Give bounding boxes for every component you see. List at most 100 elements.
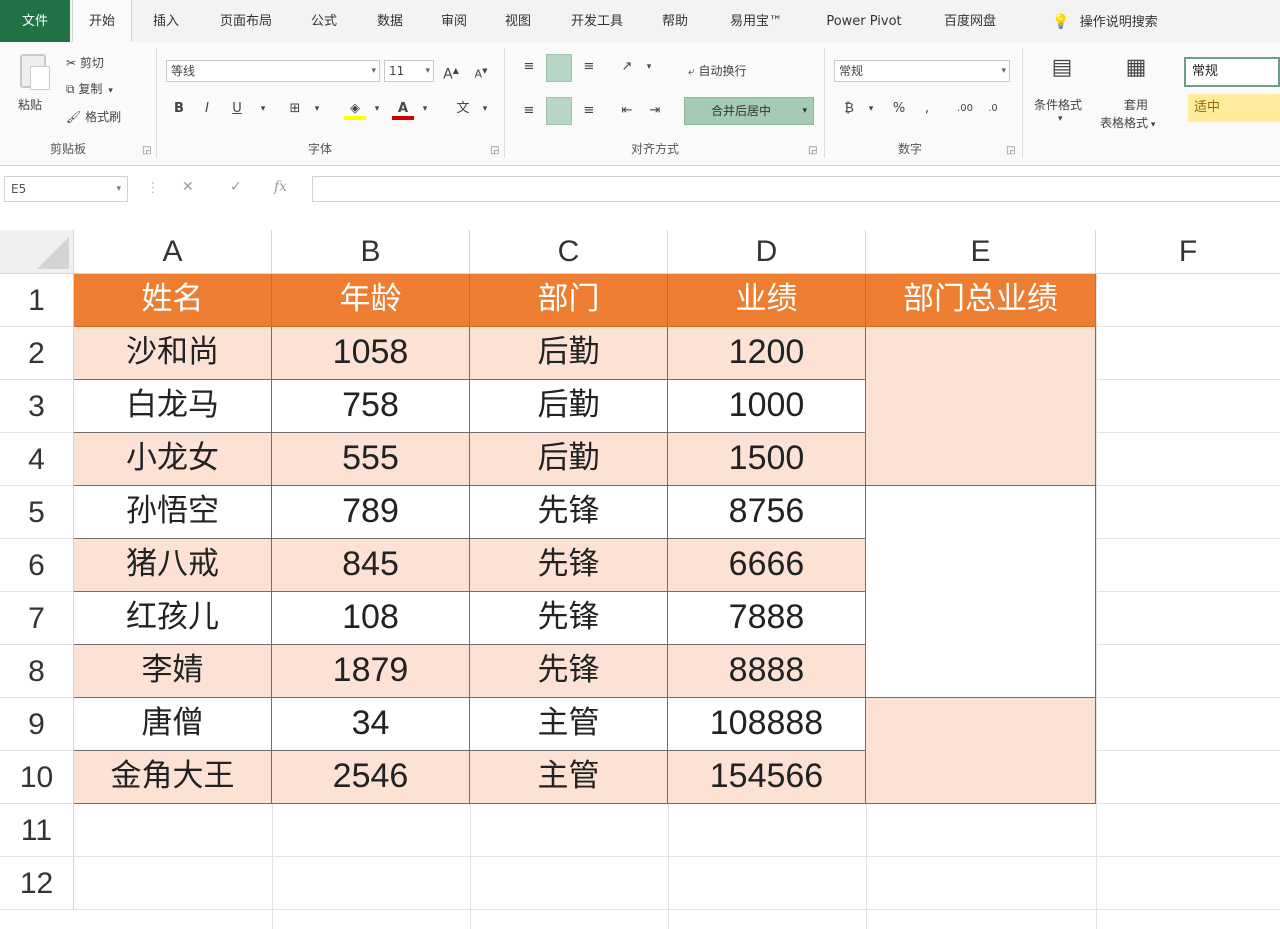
cell-d8[interactable]: 8888 <box>668 645 866 698</box>
cell-a8[interactable]: 李婧 <box>74 645 272 698</box>
format-as-table-line2[interactable]: 表格格式 ▾ <box>1100 114 1155 131</box>
cell-b10[interactable]: 2546 <box>272 751 470 804</box>
header-cell-a1[interactable]: 姓名 <box>74 274 272 327</box>
chevron-down-icon[interactable]: ▾ <box>414 98 436 120</box>
shrink-font-button[interactable]: A▼ <box>470 60 492 82</box>
formula-input[interactable] <box>312 176 1280 202</box>
merged-total-cell-e2[interactable] <box>866 327 1096 486</box>
cell-a2[interactable]: 沙和尚 <box>74 327 272 380</box>
bold-button[interactable]: B <box>168 98 190 120</box>
cell-style-neutral[interactable]: 适中 <box>1188 94 1280 122</box>
row-header-11[interactable]: 11 <box>0 804 74 857</box>
cell-b3[interactable]: 758 <box>272 380 470 433</box>
align-bottom-icon[interactable]: ≡ <box>578 56 600 78</box>
splitter-dots-icon[interactable]: ⋮ <box>146 180 160 196</box>
cell-d6[interactable]: 6666 <box>668 539 866 592</box>
cell-a6[interactable]: 猪八戒 <box>74 539 272 592</box>
fill-color-icon[interactable]: ◈ <box>344 98 366 120</box>
increase-decimal-icon[interactable]: .00 <box>954 98 976 120</box>
format-as-table-icon[interactable]: ▦ <box>1120 52 1152 84</box>
borders-icon[interactable]: ⊞ <box>284 98 306 120</box>
column-header-f[interactable]: F <box>1096 230 1280 274</box>
tab-baidu-netdisk[interactable]: 百度网盘 <box>928 0 1012 42</box>
number-format-combo[interactable]: 常规 ▾ <box>834 60 1010 82</box>
row-header-3[interactable]: 3 <box>0 380 74 433</box>
column-header-e[interactable]: E <box>866 230 1096 274</box>
cancel-icon[interactable]: ✕ <box>182 179 194 195</box>
row-header-1[interactable]: 1 <box>0 274 74 327</box>
cell-c6[interactable]: 先锋 <box>470 539 668 592</box>
column-header-c[interactable]: C <box>470 230 668 274</box>
row-header-7[interactable]: 7 <box>0 592 74 645</box>
cell-c9[interactable]: 主管 <box>470 698 668 751</box>
cell-a10[interactable]: 金角大王 <box>74 751 272 804</box>
conditional-formatting-icon[interactable]: ▤ <box>1046 52 1078 84</box>
chevron-down-icon[interactable]: ▾ <box>860 98 882 120</box>
row-header-12[interactable]: 12 <box>0 857 74 910</box>
chevron-down-icon[interactable]: ▾ <box>1058 114 1063 124</box>
tell-me-search[interactable]: 💡 操作说明搜索 <box>1030 0 1180 42</box>
cell-d5[interactable]: 8756 <box>668 486 866 539</box>
cell-a3[interactable]: 白龙马 <box>74 380 272 433</box>
header-cell-c1[interactable]: 部门 <box>470 274 668 327</box>
tab-help[interactable]: 帮助 <box>644 0 706 42</box>
align-middle-icon[interactable] <box>546 54 572 82</box>
cell-a4[interactable]: 小龙女 <box>74 433 272 486</box>
dialog-launcher-icon[interactable]: ◲ <box>1006 145 1015 156</box>
cell-c10[interactable]: 主管 <box>470 751 668 804</box>
header-cell-e1[interactable]: 部门总业绩 <box>866 274 1096 327</box>
name-box[interactable]: E5 ▾ <box>4 176 128 202</box>
tab-review[interactable]: 审阅 <box>424 0 484 42</box>
underline-button[interactable]: U <box>226 98 248 120</box>
dialog-launcher-icon[interactable]: ◲ <box>490 145 499 156</box>
format-painter-button[interactable]: 🖌 格式刷 <box>66 108 121 125</box>
header-cell-d1[interactable]: 业绩 <box>668 274 866 327</box>
cell-a7[interactable]: 红孩儿 <box>74 592 272 645</box>
cell-c7[interactable]: 先锋 <box>470 592 668 645</box>
cell-style-normal[interactable]: 常规 <box>1184 57 1280 87</box>
format-as-table-line1[interactable]: 套用 <box>1124 96 1148 113</box>
column-header-a[interactable]: A <box>74 230 272 274</box>
cell-b2[interactable]: 1058 <box>272 327 470 380</box>
tab-data[interactable]: 数据 <box>360 0 420 42</box>
row-header-8[interactable]: 8 <box>0 645 74 698</box>
dialog-launcher-icon[interactable]: ◲ <box>142 145 151 156</box>
tab-insert[interactable]: 插入 <box>136 0 196 42</box>
insert-function-icon[interactable]: fx <box>274 179 287 195</box>
conditional-formatting-button[interactable]: 条件格式 <box>1034 96 1082 113</box>
cell-a9[interactable]: 唐僧 <box>74 698 272 751</box>
cell-b9[interactable]: 34 <box>272 698 470 751</box>
tab-developer[interactable]: 开发工具 <box>556 0 638 42</box>
select-all-button[interactable] <box>0 230 74 274</box>
chevron-down-icon[interactable]: ▾ <box>366 98 388 120</box>
row-header-2[interactable]: 2 <box>0 327 74 380</box>
decrease-decimal-icon[interactable]: .0 <box>982 98 1004 120</box>
enter-icon[interactable]: ✓ <box>230 179 242 195</box>
row-header-5[interactable]: 5 <box>0 486 74 539</box>
orientation-icon[interactable]: ↗ <box>616 56 638 78</box>
cell-c5[interactable]: 先锋 <box>470 486 668 539</box>
cell-c8[interactable]: 先锋 <box>470 645 668 698</box>
font-color-icon[interactable]: A <box>392 98 414 120</box>
align-left-icon[interactable]: ≡ <box>518 100 540 122</box>
tab-power-pivot[interactable]: Power Pivot <box>812 0 916 42</box>
accounting-format-icon[interactable]: ₿ <box>838 98 860 120</box>
align-right-icon[interactable]: ≡ <box>578 100 600 122</box>
cell-d2[interactable]: 1200 <box>668 327 866 380</box>
cell-b6[interactable]: 845 <box>272 539 470 592</box>
increase-indent-icon[interactable]: ⇥ <box>644 100 666 122</box>
merged-total-cell-e9[interactable] <box>866 698 1096 804</box>
grow-font-button[interactable]: A▲ <box>440 60 462 83</box>
header-cell-b1[interactable]: 年龄 <box>272 274 470 327</box>
chevron-down-icon[interactable]: ▾ <box>252 98 274 120</box>
column-header-d[interactable]: D <box>668 230 866 274</box>
cell-b8[interactable]: 1879 <box>272 645 470 698</box>
wrap-text-button[interactable]: ⤶ 自动换行 <box>688 62 747 79</box>
tab-view[interactable]: 视图 <box>488 0 548 42</box>
cell-d10[interactable]: 154566 <box>668 751 866 804</box>
tab-page-layout[interactable]: 页面布局 <box>204 0 288 42</box>
cell-c3[interactable]: 后勤 <box>470 380 668 433</box>
phonetic-guide-icon[interactable]: 文 <box>452 98 474 120</box>
row-header-4[interactable]: 4 <box>0 433 74 486</box>
tab-formulas[interactable]: 公式 <box>294 0 354 42</box>
